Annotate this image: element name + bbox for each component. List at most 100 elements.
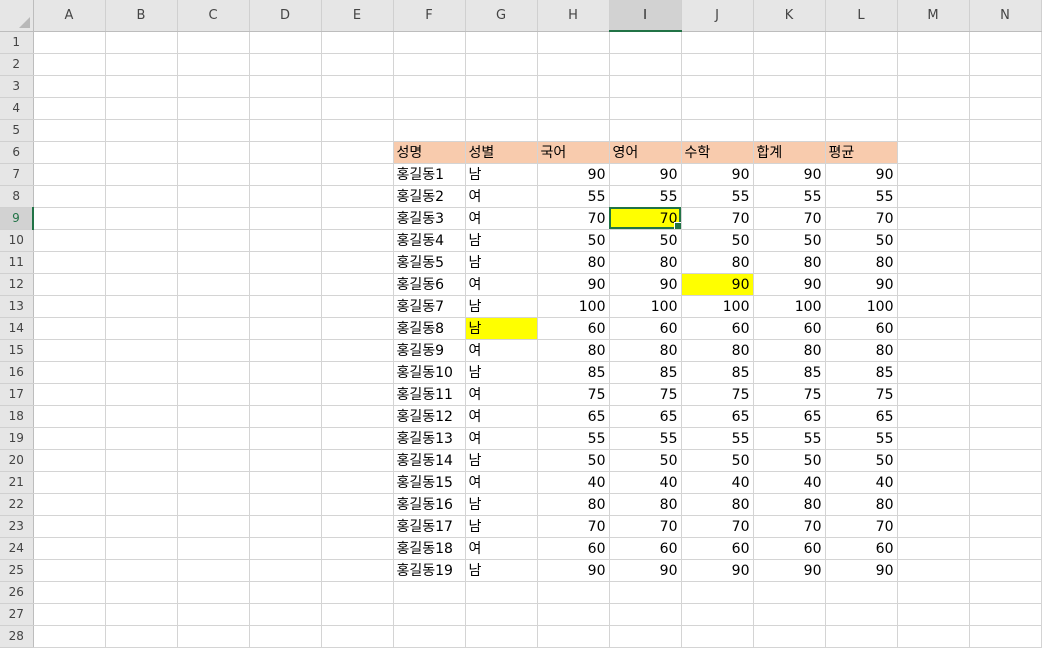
empty-cell[interactable] bbox=[33, 273, 106, 296]
empty-cell[interactable] bbox=[897, 75, 970, 98]
empty-cell[interactable] bbox=[177, 405, 250, 428]
empty-cell[interactable] bbox=[465, 625, 538, 648]
table-data-cell[interactable]: 50 bbox=[753, 229, 826, 252]
empty-cell[interactable] bbox=[249, 625, 322, 648]
empty-cell[interactable] bbox=[33, 405, 106, 428]
empty-cell[interactable] bbox=[321, 405, 394, 428]
empty-cell[interactable] bbox=[897, 251, 970, 274]
empty-cell[interactable] bbox=[465, 53, 538, 76]
empty-cell[interactable] bbox=[33, 207, 106, 230]
empty-cell[interactable] bbox=[969, 163, 1042, 186]
empty-cell[interactable] bbox=[897, 317, 970, 340]
row-header-4[interactable]: 4 bbox=[0, 97, 34, 120]
empty-cell[interactable] bbox=[249, 163, 322, 186]
empty-cell[interactable] bbox=[105, 405, 178, 428]
empty-cell[interactable] bbox=[537, 581, 610, 604]
table-data-cell[interactable]: 50 bbox=[825, 229, 898, 252]
empty-cell[interactable] bbox=[177, 251, 250, 274]
column-header-h[interactable]: H bbox=[537, 0, 610, 32]
empty-cell[interactable] bbox=[105, 53, 178, 76]
table-data-cell[interactable]: 85 bbox=[681, 361, 754, 384]
empty-cell[interactable] bbox=[393, 625, 466, 648]
empty-cell[interactable] bbox=[897, 207, 970, 230]
table-data-cell[interactable]: 여 bbox=[465, 273, 538, 296]
table-data-cell[interactable]: 여 bbox=[465, 471, 538, 494]
empty-cell[interactable] bbox=[105, 581, 178, 604]
empty-cell[interactable] bbox=[321, 185, 394, 208]
row-header-25[interactable]: 25 bbox=[0, 559, 34, 582]
empty-cell[interactable] bbox=[969, 449, 1042, 472]
empty-cell[interactable] bbox=[537, 119, 610, 142]
table-data-cell[interactable]: 90 bbox=[609, 163, 682, 186]
empty-cell[interactable] bbox=[969, 581, 1042, 604]
column-header-n[interactable]: N bbox=[969, 0, 1042, 32]
empty-cell[interactable] bbox=[177, 229, 250, 252]
table-data-cell[interactable]: 85 bbox=[537, 361, 610, 384]
column-header-a[interactable]: A bbox=[33, 0, 106, 32]
table-data-cell[interactable]: 80 bbox=[537, 493, 610, 516]
empty-cell[interactable] bbox=[753, 31, 826, 54]
empty-cell[interactable] bbox=[321, 207, 394, 230]
empty-cell[interactable] bbox=[177, 625, 250, 648]
spreadsheet-grid[interactable]: ABCDEFGHIJKLMN 1 2 3 4 5 6 성명 성별 국어 영어 수학 합계 평균 7 홍길동1… bbox=[0, 0, 1057, 652]
table-data-cell[interactable]: 80 bbox=[681, 251, 754, 274]
empty-cell[interactable] bbox=[249, 31, 322, 54]
empty-cell[interactable] bbox=[897, 361, 970, 384]
empty-cell[interactable] bbox=[321, 383, 394, 406]
empty-cell[interactable] bbox=[33, 383, 106, 406]
empty-cell[interactable] bbox=[105, 251, 178, 274]
table-data-cell[interactable]: 홍길동14 bbox=[393, 449, 466, 472]
empty-cell[interactable] bbox=[825, 119, 898, 142]
empty-cell[interactable] bbox=[681, 625, 754, 648]
table-header-cell[interactable]: 수학 bbox=[681, 141, 754, 164]
table-data-cell[interactable]: 60 bbox=[537, 537, 610, 560]
row-header-28[interactable]: 28 bbox=[0, 625, 34, 648]
select-all-corner[interactable] bbox=[0, 0, 34, 32]
row-header-27[interactable]: 27 bbox=[0, 603, 34, 626]
column-header-f[interactable]: F bbox=[393, 0, 466, 32]
empty-cell[interactable] bbox=[321, 515, 394, 538]
table-data-cell[interactable]: 홍길동3 bbox=[393, 207, 466, 230]
empty-cell[interactable] bbox=[969, 229, 1042, 252]
table-data-cell[interactable]: 90 bbox=[825, 273, 898, 296]
table-header-cell[interactable]: 평균 bbox=[825, 141, 898, 164]
empty-cell[interactable] bbox=[393, 97, 466, 120]
empty-cell[interactable] bbox=[897, 185, 970, 208]
table-data-cell[interactable]: 80 bbox=[681, 339, 754, 362]
row-header-21[interactable]: 21 bbox=[0, 471, 34, 494]
empty-cell[interactable] bbox=[537, 31, 610, 54]
table-data-cell[interactable]: 70 bbox=[753, 207, 826, 230]
empty-cell[interactable] bbox=[825, 97, 898, 120]
row-header-12[interactable]: 12 bbox=[0, 273, 34, 296]
empty-cell[interactable] bbox=[177, 515, 250, 538]
table-data-cell[interactable]: 50 bbox=[681, 449, 754, 472]
empty-cell[interactable] bbox=[177, 75, 250, 98]
empty-cell[interactable] bbox=[321, 251, 394, 274]
row-header-15[interactable]: 15 bbox=[0, 339, 34, 362]
row-header-3[interactable]: 3 bbox=[0, 75, 34, 98]
empty-cell[interactable] bbox=[249, 493, 322, 516]
table-data-cell[interactable]: 70 bbox=[609, 515, 682, 538]
empty-cell[interactable] bbox=[681, 581, 754, 604]
empty-cell[interactable] bbox=[897, 31, 970, 54]
empty-cell[interactable] bbox=[969, 141, 1042, 164]
empty-cell[interactable] bbox=[177, 603, 250, 626]
table-data-cell[interactable]: 70 bbox=[537, 515, 610, 538]
empty-cell[interactable] bbox=[33, 141, 106, 164]
table-data-cell[interactable]: 80 bbox=[825, 493, 898, 516]
empty-cell[interactable] bbox=[753, 53, 826, 76]
table-data-cell[interactable]: 남 bbox=[465, 361, 538, 384]
empty-cell[interactable] bbox=[321, 339, 394, 362]
column-header-b[interactable]: B bbox=[105, 0, 178, 32]
empty-cell[interactable] bbox=[33, 97, 106, 120]
empty-cell[interactable] bbox=[249, 317, 322, 340]
table-data-cell[interactable]: 홍길동4 bbox=[393, 229, 466, 252]
empty-cell[interactable] bbox=[177, 53, 250, 76]
empty-cell[interactable] bbox=[249, 537, 322, 560]
empty-cell[interactable] bbox=[609, 53, 682, 76]
table-data-cell[interactable]: 70 bbox=[681, 515, 754, 538]
table-data-cell[interactable]: 55 bbox=[681, 427, 754, 450]
table-data-cell[interactable]: 90 bbox=[609, 559, 682, 582]
empty-cell[interactable] bbox=[177, 207, 250, 230]
empty-cell[interactable] bbox=[897, 53, 970, 76]
